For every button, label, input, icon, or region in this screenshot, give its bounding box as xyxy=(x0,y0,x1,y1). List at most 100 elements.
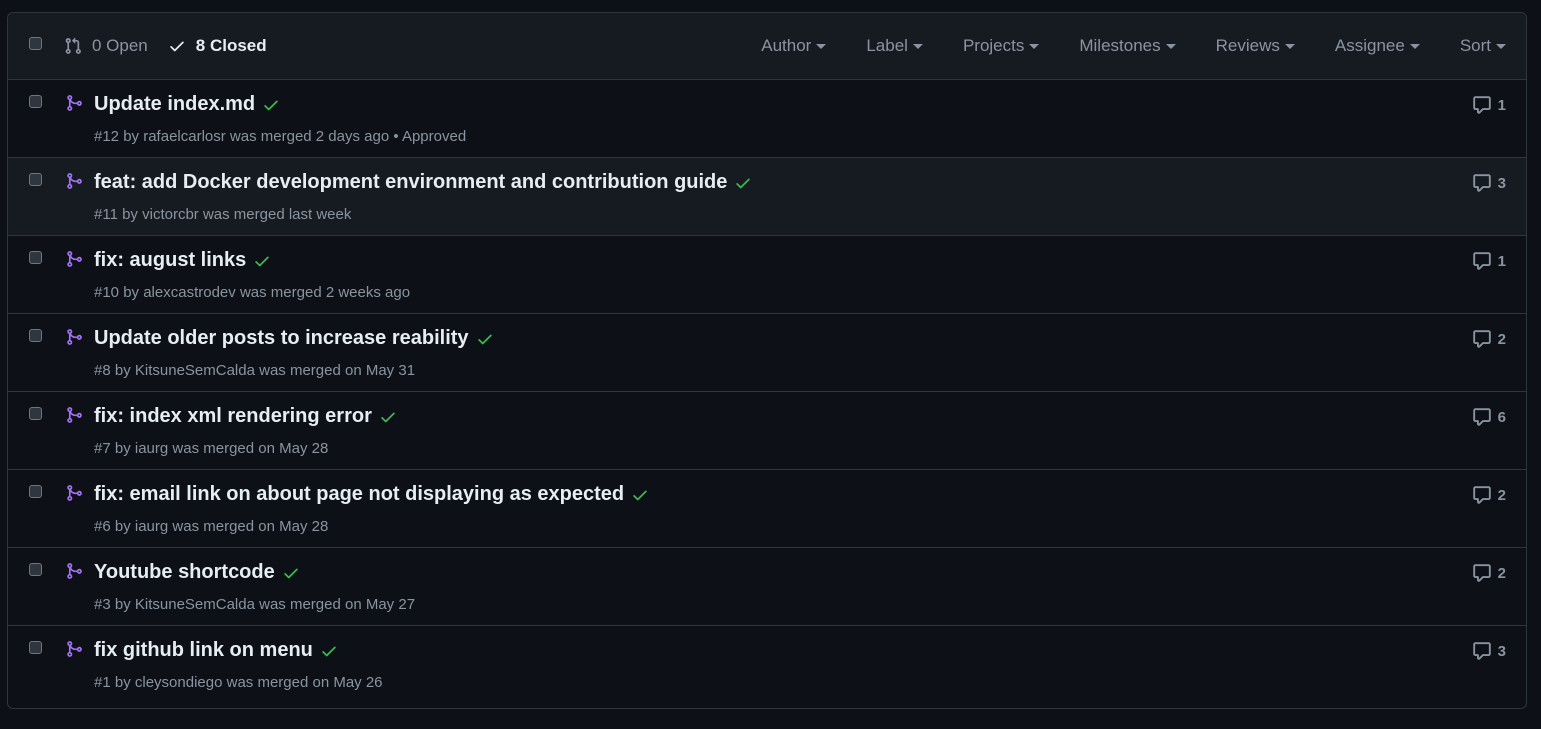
comments-link[interactable]: 3 xyxy=(1472,641,1506,661)
merged-pr-icon xyxy=(67,173,82,189)
merged-status-text: was merged on May 27 xyxy=(259,596,416,613)
pull-request-row: fix: august links #10 by alexcastrodev w… xyxy=(8,236,1526,314)
check-icon xyxy=(170,41,184,52)
pull-request-title-link[interactable]: fix github link on menu xyxy=(94,639,313,662)
pull-request-number: #3 xyxy=(94,596,111,613)
comment-icon xyxy=(1472,174,1491,192)
pull-request-row: fix: index xml rendering error #7 by iau… xyxy=(8,392,1526,470)
by-text: by xyxy=(123,128,140,145)
by-text: by xyxy=(123,284,140,301)
caret-down-icon xyxy=(816,44,827,49)
author-link[interactable]: iaurg xyxy=(135,518,168,535)
check-icon xyxy=(264,100,278,110)
merged-status-text: was merged on May 28 xyxy=(172,518,329,535)
filter-label: Sort xyxy=(1459,36,1491,55)
by-text: by xyxy=(114,518,131,535)
pull-request-number: #1 xyxy=(94,674,111,691)
comment-icon xyxy=(1472,564,1491,582)
sort-dropdown[interactable]: Sort xyxy=(1460,36,1506,56)
comment-count: 1 xyxy=(1497,96,1506,114)
projects-filter-dropdown[interactable]: Projects xyxy=(963,36,1040,56)
comments-link[interactable]: 3 xyxy=(1472,173,1506,193)
by-text: by xyxy=(114,674,131,691)
row-checkbox[interactable] xyxy=(29,641,42,654)
pull-request-icon xyxy=(65,37,81,54)
pull-request-title-link[interactable]: fix: index xml rendering error xyxy=(94,405,372,428)
pull-request-rows: Update index.md #1 2 by rafaelcarlosr was… xyxy=(8,80,1526,704)
caret-down-icon xyxy=(912,44,923,49)
comments-link[interactable]: 1 xyxy=(1472,251,1506,271)
row-checkbox[interactable] xyxy=(29,251,42,264)
state-toggles: 0 Open 8 Closed xyxy=(64,13,267,79)
comments-link[interactable]: 6 xyxy=(1472,407,1506,427)
pull-request-meta: #3 by KitsuneSemCalda was merged on May … xyxy=(94,596,415,613)
by-text: by xyxy=(114,596,131,613)
comment-count: 3 xyxy=(1497,642,1506,660)
open-count-label: 0 Open xyxy=(92,36,148,55)
pull-request-title-link[interactable]: fix: august links xyxy=(94,249,246,272)
merged-pr-icon xyxy=(67,95,82,111)
assignee-filter-dropdown[interactable]: Assignee xyxy=(1335,36,1420,56)
pull-request-title-link[interactable]: Update older posts to increase reability xyxy=(94,327,469,350)
pull-request-title-link[interactable]: Youtube shortcode xyxy=(94,561,275,584)
row-checkbox[interactable] xyxy=(29,329,42,342)
author-link[interactable]: KitsuneSemCalda xyxy=(135,596,255,613)
open-filter-link[interactable]: 0 Open xyxy=(64,36,148,56)
reviews-filter-dropdown[interactable]: Reviews xyxy=(1216,36,1295,56)
author-link[interactable]: KitsuneSemCalda xyxy=(135,362,255,379)
pull-request-title-link[interactable]: Update index.md xyxy=(94,93,255,116)
pull-request-row: fix: email link on about page not displa… xyxy=(8,470,1526,548)
pull-request-row: feat: add Docker development environment… xyxy=(8,158,1526,236)
comment-count: 2 xyxy=(1497,564,1506,582)
author-filter-dropdown[interactable]: Author xyxy=(761,36,827,56)
closed-filter-link[interactable]: 8 Closed xyxy=(168,36,267,56)
check-icon xyxy=(381,412,395,422)
title-line: feat: add Docker development environment… xyxy=(94,171,752,194)
pull-request-title-link[interactable]: feat: add Docker development environment… xyxy=(94,171,727,194)
pull-request-title-link[interactable]: fix: email link on about page not displa… xyxy=(94,483,624,506)
select-all-checkbox[interactable] xyxy=(29,37,42,50)
comment-icon xyxy=(1472,252,1491,270)
author-link[interactable]: cleysondiego xyxy=(135,674,223,691)
author-link[interactable]: alexcastrodev xyxy=(143,284,236,301)
list-header: 0 Open 8 Closed Author Label Projects Mi… xyxy=(8,13,1526,80)
pull-request-number: #11 xyxy=(94,206,118,223)
pull-request-row: Youtube shortcode #3 by KitsuneSemCalda … xyxy=(8,548,1526,626)
pull-request-meta: #11 by victorcbr was merged last week xyxy=(94,206,351,223)
comments-link[interactable]: 1 xyxy=(1472,95,1506,115)
label-filter-dropdown[interactable]: Label xyxy=(866,36,923,56)
author-link[interactable]: iaurg xyxy=(135,440,168,457)
pull-request-row: Update index.md #12 by rafaelcarlosr was… xyxy=(8,80,1526,158)
merged-pr-icon xyxy=(67,329,82,345)
author-link[interactable]: victorcbr xyxy=(142,206,199,223)
filter-label: Milestones xyxy=(1079,36,1161,55)
pull-request-meta: #6 by iaurg was merged on May 28 xyxy=(94,518,328,535)
merged-pr-icon xyxy=(67,485,82,501)
comment-icon xyxy=(1472,486,1491,504)
author-link[interactable]: rafaelcarlosr xyxy=(143,128,226,145)
comments-link[interactable]: 2 xyxy=(1472,485,1506,505)
merged-status-text: was merged on May 28 xyxy=(172,440,329,457)
comments-link[interactable]: 2 xyxy=(1472,329,1506,349)
merged-pr-icon xyxy=(67,641,82,657)
caret-down-icon xyxy=(1029,44,1040,49)
row-checkbox[interactable] xyxy=(29,95,42,108)
title-line: fix: index xml rendering error xyxy=(94,405,397,428)
check-icon xyxy=(255,256,269,266)
row-checkbox[interactable] xyxy=(29,485,42,498)
filter-label: Author xyxy=(761,36,812,55)
row-checkbox[interactable] xyxy=(29,173,42,186)
check-icon xyxy=(284,568,298,578)
row-checkbox[interactable] xyxy=(29,407,42,420)
title-line: Update older posts to increase reability xyxy=(94,327,494,350)
merged-status-text: was merged 2 weeks ago xyxy=(239,284,411,301)
by-text: by xyxy=(114,362,131,379)
check-icon xyxy=(322,646,336,656)
pull-request-row: Update older posts to increase reability… xyxy=(8,314,1526,392)
comment-icon xyxy=(1472,330,1491,348)
comment-count: 6 xyxy=(1497,408,1506,426)
row-checkbox[interactable] xyxy=(29,563,42,576)
milestones-filter-dropdown[interactable]: Milestones xyxy=(1079,36,1176,56)
comments-link[interactable]: 2 xyxy=(1472,563,1506,583)
comment-count: 3 xyxy=(1497,174,1506,192)
